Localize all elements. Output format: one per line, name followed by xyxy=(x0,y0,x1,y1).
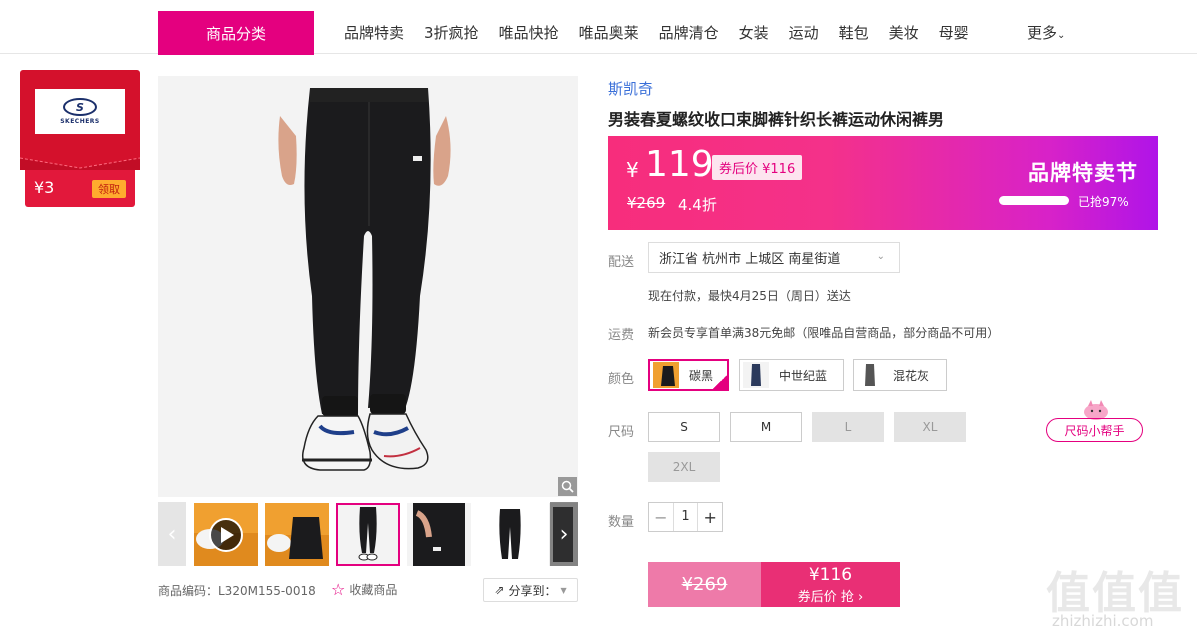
color-option-label: 碳黑 xyxy=(689,368,714,383)
address-text: 浙江省 杭州市 上城区 南星街道 xyxy=(659,252,841,267)
thumbnail-2[interactable] xyxy=(265,503,329,566)
current-price: 119 xyxy=(645,144,714,185)
nav-link-30pct[interactable]: 3折疯抢 xyxy=(424,22,479,43)
coupon-value: ¥3 xyxy=(34,178,55,197)
chevron-down-icon: ⌄ xyxy=(876,251,885,262)
thumb-prev-arrow[interactable]: ‹ xyxy=(158,502,186,566)
brand-link[interactable]: 斯凯奇 xyxy=(608,78,653,99)
skechers-s-icon: S xyxy=(63,98,97,116)
nav-link-sports[interactable]: 运动 xyxy=(789,22,819,43)
share-icon: ⇗ xyxy=(494,583,505,597)
quantity-input[interactable]: 1 xyxy=(672,503,699,531)
discount-rate: 4.4折 xyxy=(678,196,717,214)
size-option-s[interactable]: S xyxy=(648,412,720,442)
nav-more-label: 更多 xyxy=(1027,24,1058,42)
thumbnail-4-image xyxy=(407,503,471,566)
thumbnail-video[interactable] xyxy=(194,503,258,566)
buy-coupon-price: ¥116 xyxy=(808,565,853,585)
color-swatch-grey xyxy=(857,362,883,388)
nav-links: 品牌特卖 3折疯抢 唯品快抢 唯品奥莱 品牌清仓 女装 运动 鞋包 美妆 母婴 xyxy=(344,22,989,43)
card-wave-decoration xyxy=(20,157,140,170)
color-option-label: 混花灰 xyxy=(893,368,930,383)
thumbnail-5-image xyxy=(478,503,542,566)
brand-logo: S SKECHERS xyxy=(35,89,125,134)
thumbnail-3[interactable] xyxy=(336,503,400,566)
share-button[interactable]: ⇗ 分享到： ▼ xyxy=(483,578,578,602)
chevron-down-icon: ⌄ xyxy=(1057,30,1066,41)
pig-mascot-icon xyxy=(1084,400,1108,420)
sold-progress-bar xyxy=(999,196,1069,205)
main-product-image[interactable] xyxy=(158,76,578,497)
zoom-icon[interactable] xyxy=(558,477,577,496)
original-price: ¥269 xyxy=(627,194,666,212)
size-option-xl: XL xyxy=(894,412,966,442)
coupon-price-tag: 券后价 ¥116 xyxy=(712,155,803,180)
size-option-2xl: 2XL xyxy=(648,452,720,482)
nav-link-brand-sale[interactable]: 品牌特卖 xyxy=(344,22,404,43)
chevron-left-icon: ‹ xyxy=(167,521,177,547)
coupon-claim-button[interactable]: 领取 xyxy=(92,180,126,198)
top-nav: 商品分类 品牌特卖 3折疯抢 唯品快抢 唯品奥莱 品牌清仓 女装 运动 鞋包 美… xyxy=(0,0,1197,55)
thumbnail-2-image xyxy=(265,503,329,566)
chevron-right-icon: › xyxy=(559,521,569,547)
nav-link-women[interactable]: 女装 xyxy=(739,22,769,43)
watermark-url: zhizhizhi.com xyxy=(1052,612,1154,630)
color-option-label: 中世纪蓝 xyxy=(779,368,828,383)
nav-link-clearance[interactable]: 品牌清仓 xyxy=(659,22,719,43)
sold-percent: 已抢97% xyxy=(1078,195,1129,209)
buy-original-price[interactable]: ¥269 xyxy=(648,562,761,607)
favorite-button[interactable]: ☆ 收藏商品 xyxy=(331,580,397,599)
color-option-black[interactable]: 碳黑 xyxy=(648,359,729,391)
buy-now-button[interactable]: ¥116 券后价 抢 › xyxy=(761,562,900,607)
shipping-text: 新会员专享首单满38元免邮（限唯品自营商品，部分商品不可用） xyxy=(648,326,1000,340)
address-selector[interactable]: 浙江省 杭州市 上城区 南星街道 ⌄ xyxy=(648,242,900,273)
color-swatch-blue xyxy=(743,362,769,388)
product-title: 男装春夏螺纹收口束脚裤针织长裤运动休闲裤男 xyxy=(608,110,945,129)
color-option-grey[interactable]: 混花灰 xyxy=(853,359,947,391)
brand-logo-text: SKECHERS xyxy=(60,118,100,125)
quantity-minus-button[interactable]: − xyxy=(649,508,673,527)
brand-card[interactable]: S SKECHERS xyxy=(20,70,140,170)
color-option-blue[interactable]: 中世纪蓝 xyxy=(739,359,844,391)
nav-link-shoes-bags[interactable]: 鞋包 xyxy=(839,22,869,43)
jogger-pants-illustration xyxy=(158,76,578,497)
favorite-label: 收藏商品 xyxy=(349,583,398,597)
buy-action-label: 券后价 抢 › xyxy=(797,590,864,605)
quantity-plus-button[interactable]: + xyxy=(698,508,722,527)
size-helper-button[interactable]: 尺码小帮手 xyxy=(1046,418,1143,442)
thumbnail-5[interactable] xyxy=(478,503,542,566)
product-code: 商品编码：L320M155-0018 xyxy=(158,584,316,598)
size-option-l: L xyxy=(812,412,884,442)
nav-link-baby[interactable]: 母婴 xyxy=(939,22,969,43)
thumb-next-arrow[interactable]: › xyxy=(550,502,578,566)
quantity-label: 数量 xyxy=(608,515,635,530)
nav-link-outlet[interactable]: 唯品奥莱 xyxy=(579,22,639,43)
share-label: 分享到： xyxy=(508,583,557,598)
brand-coupon: ¥3 领取 xyxy=(25,170,135,207)
caret-down-icon: ▼ xyxy=(560,585,567,595)
price-banner: ¥ 119 券后价 ¥116 ¥269 4.4折 品牌特卖节 已抢97% xyxy=(608,136,1158,230)
star-icon: ☆ xyxy=(331,580,346,599)
category-menu-button[interactable]: 商品分类 xyxy=(158,11,314,55)
delivery-label: 配送 xyxy=(608,255,635,270)
shipping-label: 运费 xyxy=(608,328,635,343)
color-swatch-black xyxy=(653,362,679,388)
price-currency: ¥ xyxy=(626,158,639,182)
delivery-eta: 现在付款，最快4月25日（周日）送达 xyxy=(648,289,851,303)
event-title: 品牌特卖节 xyxy=(1028,161,1138,185)
nav-more-button[interactable]: 更多⌄ xyxy=(1027,22,1065,43)
quantity-stepper: − 1 + xyxy=(648,502,723,532)
size-label: 尺码 xyxy=(608,425,635,440)
thumbnail-video-image xyxy=(194,503,258,566)
color-label: 颜色 xyxy=(608,372,635,387)
selected-check-icon xyxy=(713,375,727,389)
nav-link-beauty[interactable]: 美妆 xyxy=(889,22,919,43)
thumbnail-3-image xyxy=(336,503,400,566)
thumbnail-4[interactable] xyxy=(407,503,471,566)
nav-link-flash[interactable]: 唯品快抢 xyxy=(499,22,559,43)
size-option-m[interactable]: M xyxy=(730,412,802,442)
